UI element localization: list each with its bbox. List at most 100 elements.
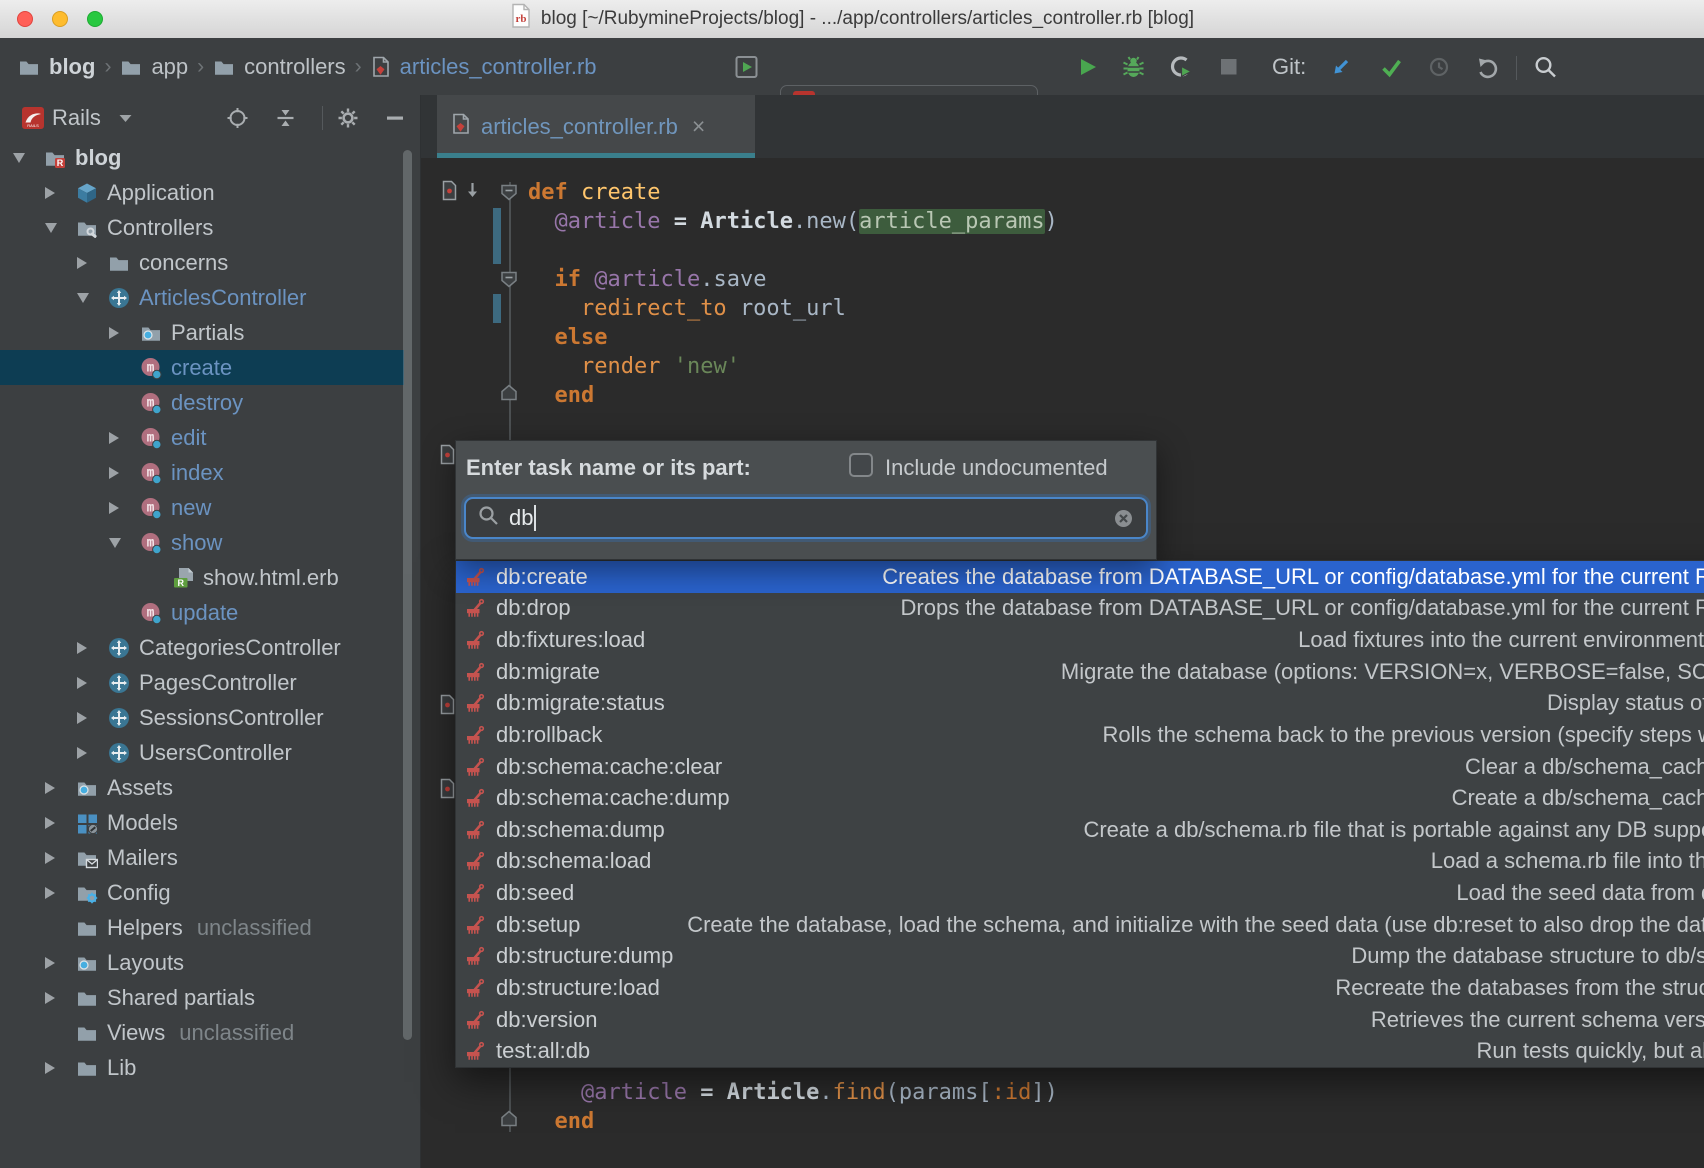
tree-item-pagescontroller[interactable]: PagesController [0, 665, 420, 700]
chevron-collapsed-icon[interactable] [45, 992, 55, 1004]
chevron-collapsed-icon[interactable] [109, 327, 119, 339]
task-row-db-structure-dump[interactable]: db:structure:dumpDump the database struc… [456, 941, 1704, 973]
task-row-db-rollback[interactable]: db:rollbackRolls the schema back to the … [456, 719, 1704, 751]
stop-button[interactable] [1218, 56, 1240, 78]
hide-tool-window-icon[interactable] [384, 107, 406, 129]
tree-item-userscontroller[interactable]: UsersController [0, 735, 420, 770]
tool-window-title[interactable]: Rails [52, 105, 101, 131]
task-row-db-fixtures-load[interactable]: db:fixtures:loadLoad fixtures into the c… [456, 624, 1704, 656]
task-row-db-structure-load[interactable]: db:structure:loadRecreate the databases … [456, 972, 1704, 1004]
gutter-file-icon[interactable] [439, 778, 456, 799]
task-search-input[interactable]: db [464, 497, 1148, 539]
tree-item-concerns[interactable]: concerns [0, 245, 420, 280]
task-row-db-migrate-status[interactable]: db:migrate:statusDisplay status of migra… [456, 688, 1704, 720]
search-everywhere-icon[interactable] [1534, 55, 1557, 78]
tree-item-show[interactable]: mshow [0, 525, 420, 560]
tree-item-create[interactable]: mcreate [0, 350, 404, 385]
gutter-file-icon[interactable] [439, 694, 456, 715]
window-minimize-button[interactable] [52, 11, 68, 27]
chevron-collapsed-icon[interactable] [45, 1062, 55, 1074]
task-row-db-migrate[interactable]: db:migrateMigrate the database (options:… [456, 656, 1704, 688]
fold-end-marker-icon[interactable] [500, 1110, 518, 1127]
task-row-db-schema-cache-dump[interactable]: db:schema:cache:dumpCreate a db/schema_c… [456, 782, 1704, 814]
tree-item-categoriescontroller[interactable]: CategoriesController [0, 630, 420, 665]
gutter-arrow-down-icon[interactable] [464, 181, 481, 200]
history-icon[interactable] [1428, 56, 1450, 78]
chevron-collapsed-icon[interactable] [45, 887, 55, 899]
task-row-db-drop[interactable]: db:dropDrops the database from DATABASE_… [456, 593, 1704, 625]
tree-item-lib[interactable]: Lib [0, 1050, 420, 1085]
tree-item-layouts[interactable]: Layouts [0, 945, 420, 980]
task-row-db-create[interactable]: db:createCreates the database from DATAB… [456, 561, 1704, 593]
chevron-collapsed-icon[interactable] [77, 712, 87, 724]
tree-item-destroy[interactable]: mdestroy [0, 385, 420, 420]
gutter-file-icon[interactable] [441, 180, 458, 201]
fold-end-marker-icon[interactable] [500, 384, 518, 401]
run-with-coverage-button[interactable] [1169, 55, 1193, 79]
gutter-file-icon[interactable] [439, 444, 456, 465]
tree-item-sessionscontroller[interactable]: SessionsController [0, 700, 420, 735]
task-row-db-version[interactable]: db:versionRetrieves the current schema v… [456, 1004, 1704, 1036]
window-zoom-button[interactable] [87, 11, 103, 27]
chevron-collapsed-icon[interactable] [109, 467, 119, 479]
tree-item-controllers[interactable]: Controllers [0, 210, 420, 245]
chevron-collapsed-icon[interactable] [45, 817, 55, 829]
include-undocumented-checkbox[interactable] [849, 453, 873, 477]
chevron-expanded-icon[interactable] [109, 538, 121, 548]
git-update-project-icon[interactable] [1330, 56, 1352, 78]
task-row-test-all-db[interactable]: test:all:dbRun tests quickly, but also r… [456, 1035, 1704, 1067]
task-row-db-setup[interactable]: db:setupCreate the database, load the sc… [456, 909, 1704, 941]
tab-articles-controller[interactable]: articles_controller.rb × [437, 95, 755, 158]
task-row-db-schema-dump[interactable]: db:schema:dumpCreate a db/schema.rb file… [456, 814, 1704, 846]
fold-marker-icon[interactable] [500, 184, 518, 201]
tree-item-application[interactable]: Application [0, 175, 420, 210]
checkbox-label[interactable]: Include undocumented [885, 455, 1108, 481]
tree-item-index[interactable]: mindex [0, 455, 420, 490]
chevron-expanded-icon[interactable] [13, 153, 25, 163]
tree-item-partials[interactable]: Partials [0, 315, 420, 350]
tree-item-edit[interactable]: medit [0, 420, 420, 455]
gear-icon[interactable] [336, 106, 360, 130]
scroll-to-source-icon[interactable] [226, 106, 249, 129]
chevron-collapsed-icon[interactable] [45, 782, 55, 794]
chevron-collapsed-icon[interactable] [109, 502, 119, 514]
breadcrumb-item-app[interactable]: app [120, 54, 188, 80]
run-tool-window-icon[interactable] [735, 55, 758, 78]
tree-item-assets[interactable]: Assets [0, 770, 420, 805]
tree-item-helpers[interactable]: Helpersunclassified [0, 910, 420, 945]
run-button[interactable] [1077, 56, 1099, 78]
rollback-icon[interactable] [1476, 55, 1499, 78]
tree-item-new[interactable]: mnew [0, 490, 420, 525]
tree-item-models[interactable]: Models [0, 805, 420, 840]
task-row-db-seed[interactable]: db:seedLoad the seed data from db/seeds.… [456, 877, 1704, 909]
fold-marker-icon[interactable] [500, 271, 518, 288]
tab-close-icon[interactable]: × [692, 113, 705, 140]
breadcrumb-item-controllers[interactable]: controllers [213, 54, 345, 80]
chevron-collapsed-icon[interactable] [45, 852, 55, 864]
breadcrumb-item-blog[interactable]: blog [18, 54, 95, 80]
chevron-collapsed-icon[interactable] [77, 257, 87, 269]
task-row-db-schema-load[interactable]: db:schema:loadLoad a schema.rb file into… [456, 846, 1704, 878]
tree-item-show-html-erb[interactable]: Rshow.html.erb [0, 560, 420, 595]
chevron-expanded-icon[interactable] [45, 223, 57, 233]
chevron-collapsed-icon[interactable] [77, 747, 87, 759]
chevron-collapsed-icon[interactable] [45, 187, 55, 199]
collapse-all-icon[interactable] [274, 106, 297, 129]
tree-item-mailers[interactable]: Mailers [0, 840, 420, 875]
tree-item-views[interactable]: Viewsunclassified [0, 1015, 420, 1050]
tree-item-config[interactable]: Config [0, 875, 420, 910]
chevron-expanded-icon[interactable] [77, 293, 89, 303]
breadcrumb-item-articles-controller-rb[interactable]: articles_controller.rb [371, 54, 597, 80]
tree-scrollbar[interactable] [403, 150, 412, 1040]
tree-item-update[interactable]: mupdate [0, 595, 420, 630]
tree-item-shared-partials[interactable]: Shared partials [0, 980, 420, 1015]
tree-item-articlescontroller[interactable]: ArticlesController [0, 280, 420, 315]
chevron-collapsed-icon[interactable] [77, 642, 87, 654]
window-close-button[interactable] [17, 11, 33, 27]
chevron-down-icon[interactable] [118, 112, 133, 123]
task-row-db-schema-cache-clear[interactable]: db:schema:cache:clearClear a db/schema_c… [456, 751, 1704, 783]
chevron-collapsed-icon[interactable] [45, 957, 55, 969]
clear-search-icon[interactable] [1113, 508, 1134, 529]
git-commit-icon[interactable] [1380, 55, 1403, 78]
chevron-collapsed-icon[interactable] [77, 677, 87, 689]
